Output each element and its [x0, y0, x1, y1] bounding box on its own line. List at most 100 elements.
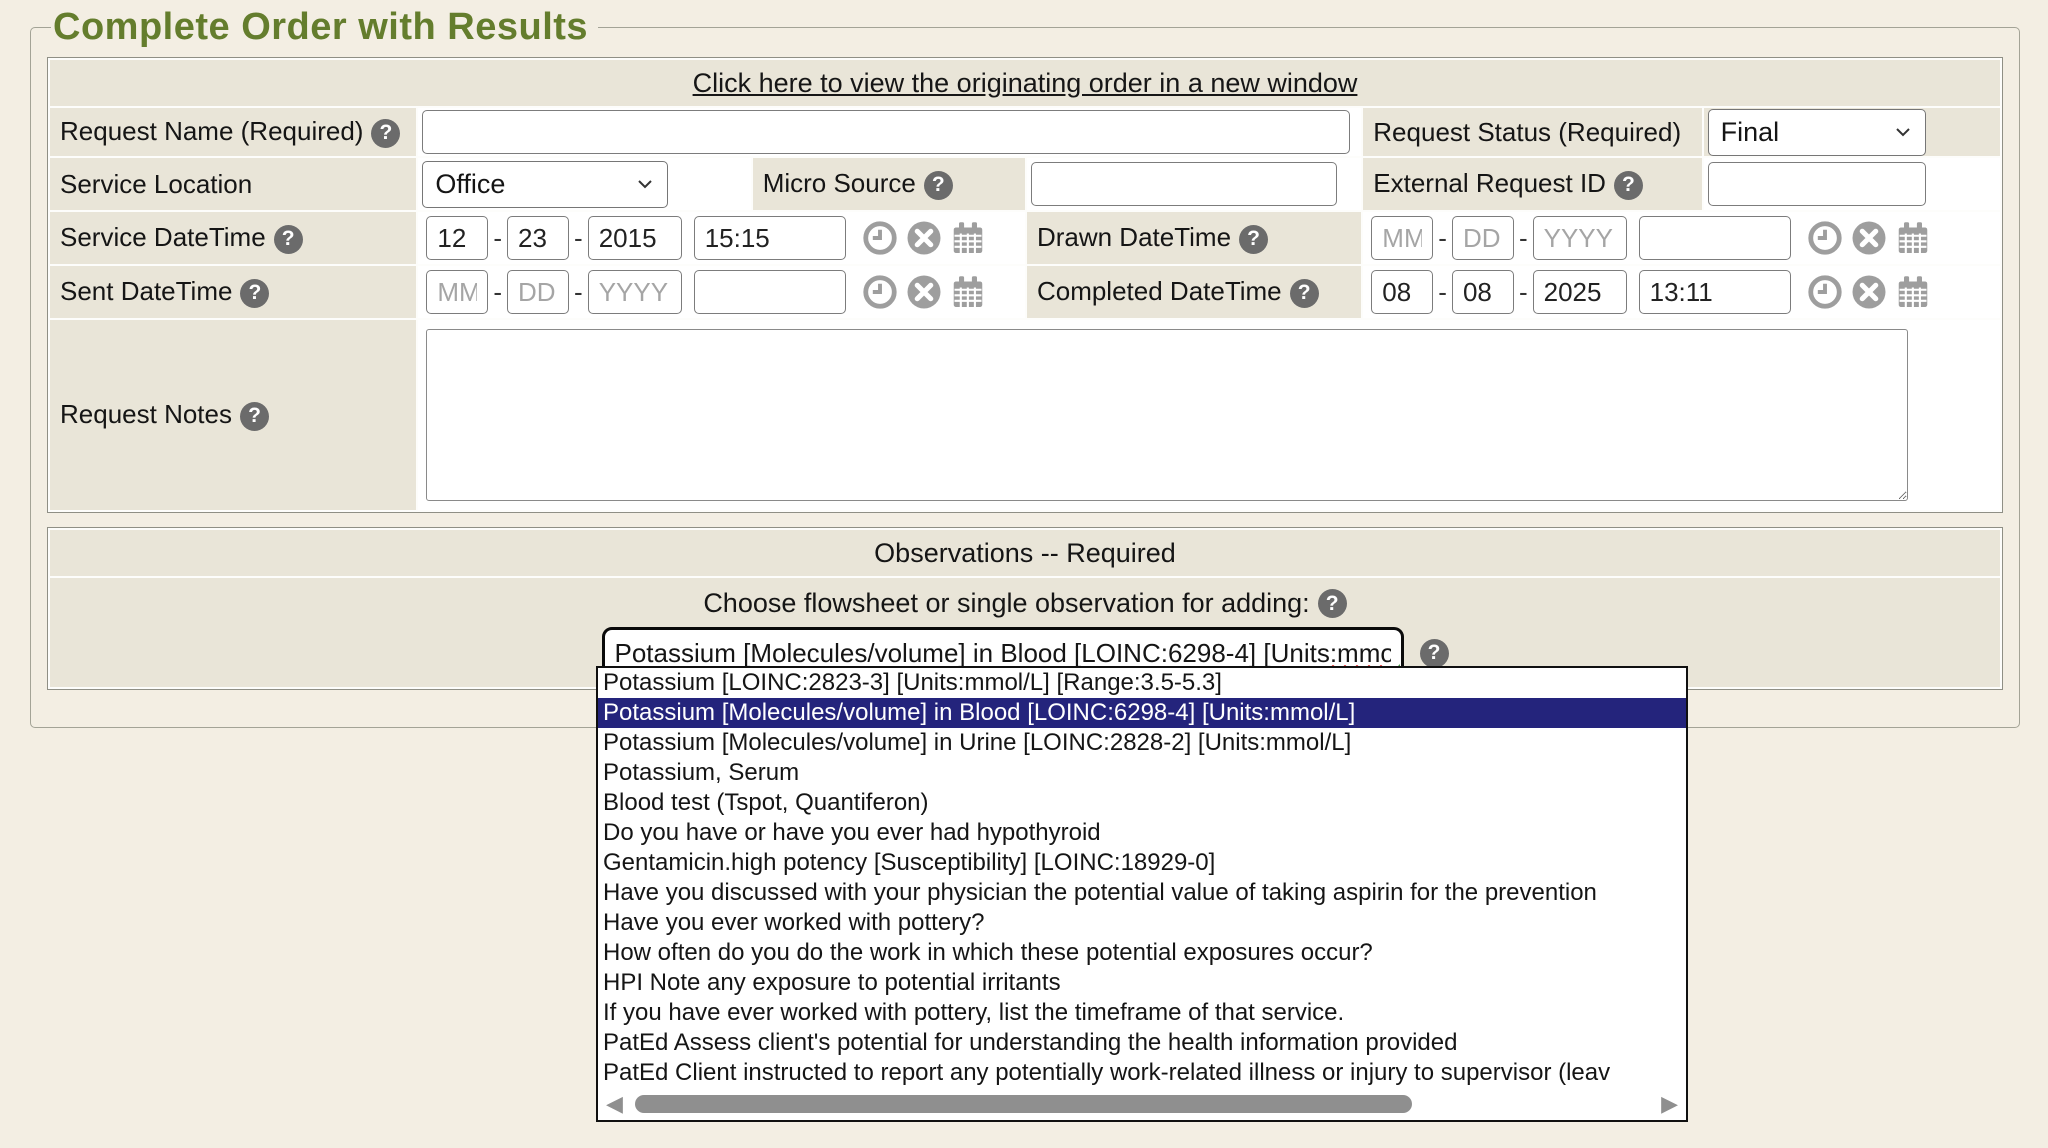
observation-option[interactable]: Potassium, Serum — [598, 758, 1686, 788]
external-request-id-label: External Request ID — [1373, 168, 1606, 198]
scroll-right-icon[interactable]: ▶ — [1661, 1093, 1678, 1115]
service-month-input[interactable] — [426, 216, 488, 260]
sent-month-input[interactable] — [426, 270, 488, 314]
chevron-down-icon — [633, 172, 657, 196]
page-title: Complete Order with Results — [51, 6, 598, 49]
service-location-label-cell: Service Location — [50, 158, 416, 210]
drawn-datetime-cell: - - — [1363, 212, 2000, 264]
external-request-id-input[interactable] — [1708, 162, 1926, 206]
request-status-value: Final — [1721, 117, 1780, 148]
request-notes-label: Request Notes — [60, 399, 232, 429]
service-day-input[interactable] — [507, 216, 569, 260]
complete-order-form-page: Complete Order with Results Click here t… — [0, 0, 2048, 1148]
observation-option[interactable]: Potassium [LOINC:2823-3] [Units:mmol/L] … — [598, 668, 1686, 698]
calendar-icon[interactable] — [1895, 274, 1931, 310]
clear-date-icon[interactable] — [906, 220, 942, 256]
sent-time-input[interactable] — [694, 270, 846, 314]
completed-datetime-label: Completed DateTime — [1037, 276, 1282, 306]
scroll-left-icon[interactable]: ◀ — [606, 1093, 623, 1115]
micro-source-label: Micro Source — [763, 168, 916, 198]
observation-dropdown: Potassium [LOINC:2823-3] [Units:mmol/L] … — [596, 666, 1688, 1122]
help-icon[interactable]: ? — [240, 279, 269, 308]
help-icon[interactable]: ? — [371, 119, 400, 148]
request-table: Click here to view the originating order… — [47, 57, 2003, 513]
request-name-input[interactable] — [422, 110, 1350, 154]
observation-option[interactable]: How often do you do the work in which th… — [598, 938, 1686, 968]
observation-option[interactable]: Have you ever worked with pottery? — [598, 908, 1686, 938]
help-icon[interactable]: ? — [1318, 589, 1347, 618]
completed-time-input[interactable] — [1639, 270, 1791, 314]
clock-icon[interactable] — [862, 220, 898, 256]
completed-year-input[interactable] — [1533, 270, 1627, 314]
request-name-label: Request Name (Required) — [60, 116, 363, 146]
drawn-day-input[interactable] — [1452, 216, 1514, 260]
observation-option[interactable]: Blood test (Tspot, Quantiferon) — [598, 788, 1686, 818]
completed-datetime-cell: - - — [1363, 266, 2000, 318]
sent-datetime-label: Sent DateTime — [60, 276, 232, 306]
observation-option[interactable]: Have you discussed with your physician t… — [598, 878, 1686, 908]
external-request-id-cell — [1704, 158, 2000, 210]
help-icon[interactable]: ? — [924, 171, 953, 200]
service-datetime-cell: - - — [418, 212, 1025, 264]
micro-source-label-cell: Micro Source? — [753, 158, 1025, 210]
complete-order-fieldset: Complete Order with Results Click here t… — [30, 6, 2020, 728]
clear-date-icon[interactable] — [1851, 274, 1887, 310]
observation-option[interactable]: Gentamicin.high potency [Susceptibility]… — [598, 848, 1686, 878]
scrollbar-track[interactable] — [631, 1094, 1653, 1114]
service-time-input[interactable] — [694, 216, 846, 260]
completed-month-input[interactable] — [1371, 270, 1433, 314]
service-location-value: Office — [435, 169, 505, 200]
scrollbar-thumb[interactable] — [635, 1095, 1412, 1113]
drawn-year-input[interactable] — [1533, 216, 1627, 260]
micro-source-input[interactable] — [1031, 162, 1337, 206]
drawn-time-input[interactable] — [1639, 216, 1791, 260]
request-notes-textarea[interactable] — [426, 329, 1908, 501]
view-originating-order-link[interactable]: Click here to view the originating order… — [693, 68, 1358, 98]
observation-option[interactable]: PatEd Assess client's potential for unde… — [598, 1028, 1686, 1058]
clock-icon[interactable] — [1807, 274, 1843, 310]
service-location-select[interactable]: Office — [422, 161, 668, 208]
help-icon[interactable]: ? — [1614, 171, 1643, 200]
observation-combobox-value: Potassium [Molecules/volume] in Blood [L… — [615, 638, 1391, 669]
drawn-datetime-label-cell: Drawn DateTime? — [1027, 212, 1361, 264]
external-request-id-label-cell: External Request ID? — [1363, 158, 1701, 210]
clear-date-icon[interactable] — [906, 274, 942, 310]
request-name-cell — [418, 108, 1361, 156]
calendar-icon[interactable] — [950, 220, 986, 256]
help-icon[interactable]: ? — [1420, 639, 1449, 668]
calendar-icon[interactable] — [1895, 220, 1931, 256]
clock-icon[interactable] — [862, 274, 898, 310]
observations-header: Observations -- Required — [874, 538, 1176, 568]
observations-header-cell: Observations -- Required — [50, 530, 2000, 576]
observation-option[interactable]: If you have ever worked with pottery, li… — [598, 998, 1686, 1028]
request-notes-cell — [418, 320, 2000, 510]
observation-option[interactable]: PatEd Client instructed to report any po… — [598, 1058, 1686, 1088]
observation-option-selected[interactable]: Potassium [Molecules/volume] in Blood [L… — [598, 698, 1686, 728]
request-status-label: Request Status (Required) — [1373, 117, 1681, 147]
help-icon[interactable]: ? — [274, 225, 303, 254]
clock-icon[interactable] — [1807, 220, 1843, 256]
completed-datetime-label-cell: Completed DateTime? — [1027, 266, 1361, 318]
micro-source-cell — [1027, 158, 1361, 210]
observation-option[interactable]: Potassium [Molecules/volume] in Urine [L… — [598, 728, 1686, 758]
request-status-cell: Final — [1704, 108, 2000, 156]
drawn-month-input[interactable] — [1371, 216, 1433, 260]
request-name-label-cell: Request Name (Required)? — [50, 108, 416, 156]
request-status-select[interactable]: Final — [1708, 109, 1926, 156]
request-status-label-cell: Request Status (Required) — [1363, 108, 1701, 156]
observation-option[interactable]: Do you have or have you ever had hypothy… — [598, 818, 1686, 848]
clear-date-icon[interactable] — [1851, 220, 1887, 256]
calendar-icon[interactable] — [950, 274, 986, 310]
help-icon[interactable]: ? — [1239, 225, 1268, 254]
help-icon[interactable]: ? — [1290, 279, 1319, 308]
sent-datetime-cell: - - — [418, 266, 1025, 318]
drawn-datetime-label: Drawn DateTime — [1037, 222, 1231, 252]
sent-year-input[interactable] — [588, 270, 682, 314]
help-icon[interactable]: ? — [240, 402, 269, 431]
completed-day-input[interactable] — [1452, 270, 1514, 314]
service-datetime-label-cell: Service DateTime? — [50, 212, 416, 264]
choose-observation-label: Choose flowsheet or single observation f… — [703, 588, 1309, 619]
sent-day-input[interactable] — [507, 270, 569, 314]
observation-option[interactable]: HPI Note any exposure to potential irrit… — [598, 968, 1686, 998]
service-year-input[interactable] — [588, 216, 682, 260]
